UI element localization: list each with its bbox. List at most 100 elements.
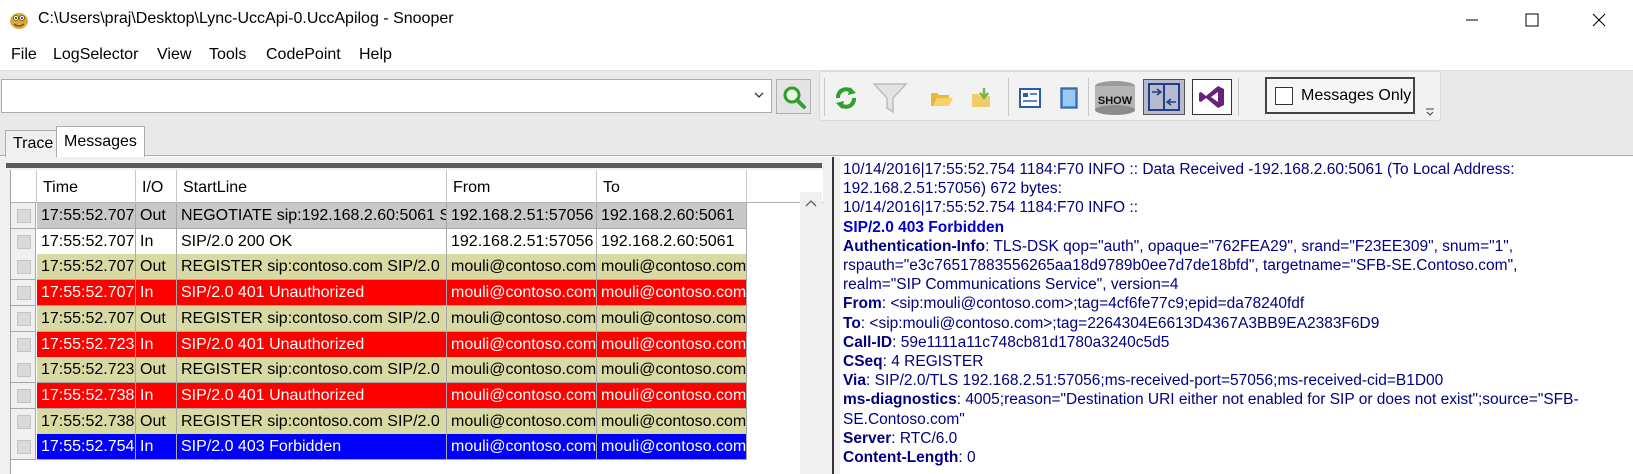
cell-from: mouli@contoso.com — [447, 280, 597, 307]
cell-io: Out — [136, 408, 177, 435]
cell-to: mouli@contoso.com — [597, 280, 747, 307]
detail-header-value: : <sip:mouli@contoso.com>;tag=4cf6fe77c9… — [881, 295, 1305, 313]
menu-bar: File LogSelector View Tools CodePoint He… — [0, 40, 1633, 71]
table-row[interactable]: 17:55:52.738 Out REGISTER sip:contoso.com … — [11, 408, 823, 435]
messages-only-label: Messages Only — [1301, 86, 1412, 104]
menu-codepoint[interactable]: CodePoint — [266, 46, 341, 64]
messages-only-checkbox[interactable] — [1275, 86, 1293, 105]
column-header-startline[interactable]: StartLine — [177, 170, 447, 203]
folder-arrow-icon — [972, 88, 990, 107]
detail-text-line: SE.Contoso.com" — [843, 410, 965, 428]
table-row[interactable]: 17:55:52.754 In SIP/2.0 403 Forbidden mouli… — [11, 434, 823, 461]
menu-help[interactable]: Help — [359, 46, 392, 64]
cell-to: mouli@contoso.com — [597, 434, 747, 461]
cell-startline: REGISTER sip:contoso.com SIP/2.0 — [177, 408, 447, 435]
column-header-to[interactable]: To — [597, 170, 747, 203]
row-header[interactable] — [11, 280, 36, 307]
cell-time: 17:55:52.707 — [37, 280, 136, 307]
detail-header-line: From: <sip:mouli@contoso.com>;tag=4cf6fe… — [843, 294, 1633, 313]
visual-studio-button[interactable] — [1192, 79, 1232, 115]
detail-header-name: Via — [843, 372, 866, 390]
cell-from: mouli@contoso.com — [447, 434, 597, 461]
detail-status-line: SIP/2.0 403 Forbidden — [843, 218, 1005, 236]
message-detail-pane: 10/14/2016|17:55:52.754 1184:F70 INFO ::… — [840, 157, 1633, 474]
row-header[interactable] — [11, 305, 36, 332]
toolstrip-grip — [824, 78, 825, 116]
table-row[interactable]: 17:55:52.723 In SIP/2.0 401 Unauthorized mo… — [11, 331, 823, 358]
form-button[interactable] — [1013, 81, 1047, 115]
open-folder-button[interactable] — [924, 81, 958, 115]
table-row[interactable]: 17:55:52.707 Out REGISTER sip:contoso.com … — [11, 305, 823, 332]
row-selector-icon — [17, 209, 31, 223]
search-button[interactable] — [776, 79, 811, 114]
menu-view[interactable]: View — [157, 46, 191, 64]
messages-grid-pane: Time I/O StartLine From To 17:55:52.707 O… — [0, 157, 832, 474]
table-row[interactable]: 17:55:52.723 Out REGISTER sip:contoso.com … — [11, 357, 823, 384]
search-combo[interactable] — [1, 79, 772, 113]
filter-button[interactable] — [868, 81, 912, 115]
folder-arrow-button[interactable] — [965, 81, 999, 115]
table-row[interactable]: 17:55:52.707 Out REGISTER sip:contoso.com … — [11, 254, 823, 281]
row-header[interactable] — [11, 254, 36, 281]
menu-tools[interactable]: Tools — [209, 46, 246, 64]
cell-from: mouli@contoso.com — [447, 382, 597, 409]
cell-time: 17:55:52.707 — [37, 203, 136, 229]
maximize-icon — [1525, 13, 1539, 27]
row-header[interactable] — [11, 331, 36, 358]
detail-header-value: : 4 REGISTER — [882, 353, 984, 371]
cell-time: 17:55:52.707 — [37, 305, 136, 332]
row-selector-icon — [17, 286, 31, 301]
detail-header-name: From — [843, 295, 882, 313]
toolbar-overflow-icon[interactable] — [1425, 107, 1435, 117]
grid-vertical-scrollbar[interactable] — [800, 192, 822, 474]
column-header-io[interactable]: I/O — [136, 170, 177, 203]
refresh-button[interactable] — [829, 81, 863, 115]
detail-header-name: To — [843, 314, 861, 332]
table-row[interactable]: 17:55:52.738 In SIP/2.0 401 Unauthorized mo… — [11, 382, 823, 409]
show-icon: SHOW — [1095, 81, 1135, 115]
chevron-down-icon[interactable] — [753, 88, 765, 102]
cell-startline: REGISTER sip:contoso.com SIP/2.0 — [177, 254, 447, 281]
table-row[interactable]: 17:55:52.707 Out NEGOTIATE sip:192.168.2.6… — [11, 203, 823, 229]
detail-header-line: To: <sip:mouli@contoso.com>;tag=2264304E… — [843, 314, 1633, 333]
visual-studio-icon — [1199, 86, 1224, 108]
close-button[interactable] — [1570, 0, 1628, 40]
header-corner — [11, 170, 37, 203]
cell-io: In — [136, 228, 177, 255]
cell-startline: REGISTER sip:contoso.com SIP/2.0 — [177, 305, 447, 332]
row-header[interactable] — [11, 357, 36, 384]
row-selector-icon — [17, 363, 31, 378]
cell-time: 17:55:52.723 — [37, 357, 136, 384]
cell-time: 17:55:52.707 — [37, 254, 136, 281]
messages-only-toggle[interactable]: Messages Only — [1265, 77, 1415, 114]
cell-to: 192.168.2.60:5061 — [597, 203, 747, 229]
row-header[interactable] — [11, 203, 36, 229]
row-header[interactable] — [11, 434, 36, 461]
maximize-button[interactable] — [1503, 0, 1561, 40]
book-button[interactable] — [1052, 81, 1086, 115]
cell-time: 17:55:52.707 — [37, 228, 136, 255]
cell-to: mouli@contoso.com — [597, 408, 747, 435]
column-header-from[interactable]: From — [447, 170, 597, 203]
cell-io: Out — [136, 305, 177, 332]
tab-trace[interactable]: Trace — [5, 130, 62, 157]
scroll-up-icon[interactable] — [804, 198, 818, 208]
row-header[interactable] — [11, 228, 36, 255]
detail-text-line: 192.168.2.51:57056) 672 bytes: — [843, 180, 1062, 198]
tab-strip: Trace Messages — [0, 126, 1633, 157]
tab-messages[interactable]: Messages — [56, 126, 145, 157]
split-view-button[interactable] — [1143, 79, 1185, 115]
row-header[interactable] — [11, 382, 36, 409]
table-row[interactable]: 17:55:52.707 In SIP/2.0 200 OK 192.168.2.51… — [11, 228, 823, 255]
title-bar: C:\Users\praj\Desktop\Lync-UccApi-0.UccA… — [0, 0, 1633, 40]
show-button[interactable]: SHOW — [1092, 81, 1138, 115]
column-header-time[interactable]: Time — [37, 170, 136, 203]
menu-logselector[interactable]: LogSelector — [53, 46, 138, 64]
menu-file[interactable]: File — [11, 46, 37, 64]
detail-header-name: ms-diagnostics — [843, 391, 957, 409]
row-header[interactable] — [11, 408, 36, 435]
cell-io: In — [136, 434, 177, 461]
detail-header-name: CSeq — [843, 353, 883, 371]
table-row[interactable]: 17:55:52.707 In SIP/2.0 401 Unauthorized mo… — [11, 280, 823, 307]
minimize-button[interactable] — [1443, 0, 1501, 40]
